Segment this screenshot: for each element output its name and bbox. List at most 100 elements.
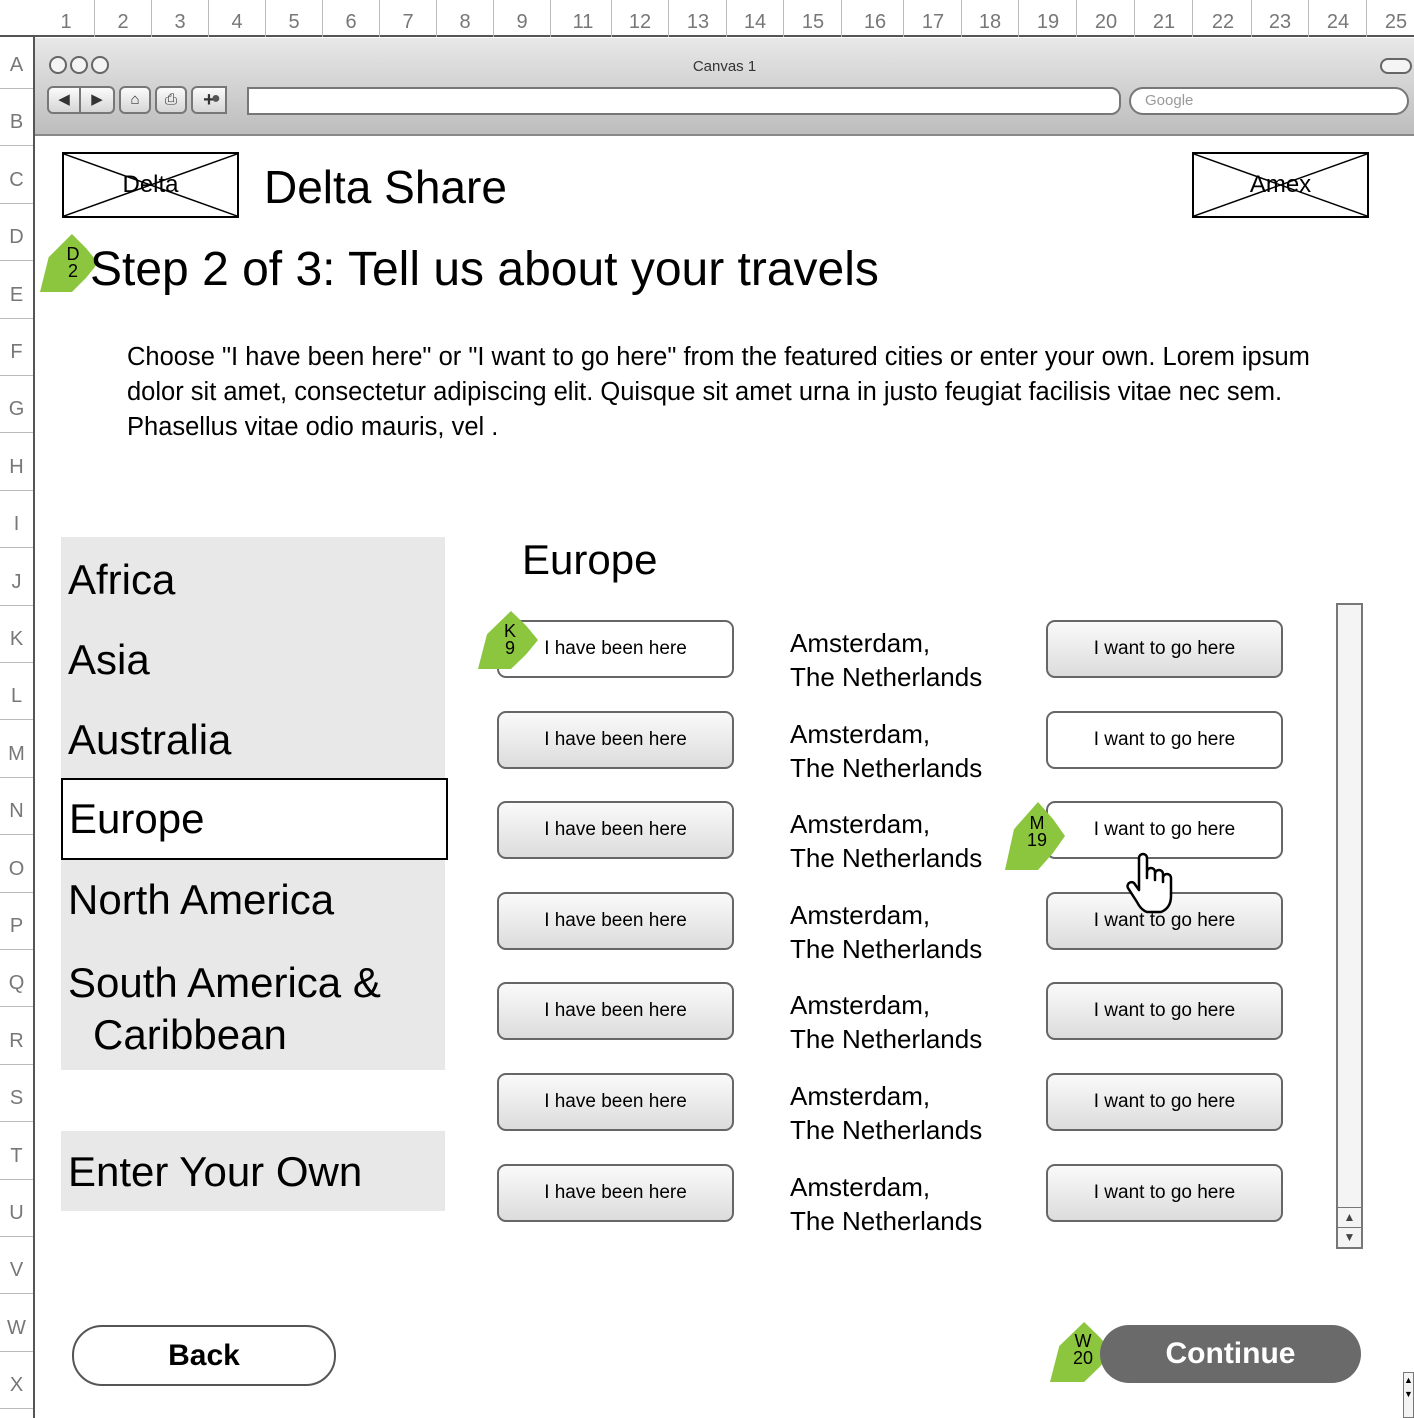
wireframe-canvas: 1 2 3 4 5 6 7 8 9 11 12 13 14 15 16 17 18 19 20 21 22 23 24 25 … — [0, 0, 1414, 1418]
forward-arrow-icon: ▶ — [91, 91, 103, 108]
row-ruler-label: J — [0, 549, 33, 606]
marker-number: 2 — [67, 261, 78, 281]
row-ruler-label: Q — [0, 950, 33, 1008]
country-label: The Netherlands — [790, 843, 983, 873]
print-icon: ⎙ — [164, 91, 177, 108]
row-ruler-label: O — [0, 836, 33, 893]
column-ruler-label: 23 — [1252, 0, 1309, 37]
region-north-america[interactable]: North America — [61, 877, 447, 923]
intro-paragraph: Choose "I have been here" or "I want to … — [127, 343, 1310, 441]
column-ruler-label: 9 — [494, 0, 551, 37]
marker-number: 9 — [504, 638, 515, 658]
country-label: The Netherlands — [790, 1115, 983, 1145]
marker-number: 19 — [1026, 830, 1048, 850]
back-button[interactable]: Back — [72, 1325, 336, 1386]
been-here-button[interactable]: I have been here — [497, 801, 734, 859]
city-label: Amsterdam, — [790, 990, 931, 1020]
want-to-go-button[interactable]: I want to go here — [1046, 620, 1283, 678]
row-ruler-label: X — [0, 1352, 33, 1410]
column-ruler-label: 22 — [1195, 0, 1252, 37]
want-to-go-button[interactable]: I want to go here — [1046, 1164, 1283, 1222]
delta-logo-placeholder: Delta — [62, 152, 239, 218]
city-label: Amsterdam, — [790, 900, 931, 930]
region-label: North America — [68, 876, 335, 923]
row-ruler-label: B — [0, 89, 33, 147]
row-ruler-label: T — [0, 1123, 33, 1180]
column-ruler-label: 18 — [962, 0, 1019, 37]
city-label: Amsterdam, — [790, 719, 931, 749]
city-list-scrollbar[interactable]: ▲ ▼ — [1336, 603, 1363, 1249]
scroll-up-icon[interactable]: ▲ — [1338, 1208, 1361, 1227]
been-here-button[interactable]: I have been here — [497, 711, 734, 769]
column-ruler-label: 4 — [209, 0, 266, 37]
amex-logo-label: Amex — [1249, 171, 1312, 198]
want-to-go-button[interactable]: I want to go here — [1046, 982, 1283, 1040]
window-title: Canvas 1 — [692, 58, 757, 75]
column-ruler-label: 5 — [266, 0, 323, 37]
section-title: Europe — [522, 536, 658, 583]
region-africa[interactable]: Africa — [61, 557, 447, 603]
country-label: The Netherlands — [790, 934, 983, 964]
browser-toolbar: Canvas 1 ◀ ▶ ⌂ ⎙ + ● Google — [35, 38, 1414, 136]
row-ruler-label: I — [0, 491, 33, 549]
region-label-line2: Caribbean — [93, 1011, 287, 1058]
row-ruler-label: L — [0, 663, 33, 721]
print-button[interactable]: ⎙ — [155, 86, 187, 114]
row-ruler-label: G — [0, 376, 33, 434]
been-here-button[interactable]: I have been here — [497, 982, 734, 1040]
country-label: The Netherlands — [790, 1206, 983, 1236]
column-ruler-label: 13 — [670, 0, 727, 37]
column-ruler-label: 12 — [612, 0, 669, 37]
want-to-go-button[interactable]: I want to go here — [1046, 801, 1283, 859]
been-here-button[interactable]: I have been here — [497, 1164, 734, 1222]
been-here-button[interactable]: I have been here — [497, 892, 734, 950]
toolbar-toggle-button[interactable] — [1380, 58, 1412, 74]
column-ruler-label: 8 — [437, 0, 494, 37]
site-title: Delta Share — [264, 161, 507, 213]
search-field[interactable]: Google — [1129, 87, 1409, 115]
enter-your-own-button[interactable]: Enter Your Own — [61, 1131, 445, 1211]
row-ruler-label: F — [0, 319, 33, 376]
add-bookmark-button[interactable]: + — [191, 86, 227, 114]
column-ruler-label: 3 — [152, 0, 209, 37]
page-scroll-arrows[interactable]: ▲ ▼ — [1403, 1372, 1414, 1418]
column-ruler-label: 6 — [323, 0, 380, 37]
region-label: Africa — [68, 556, 176, 603]
home-button[interactable]: ⌂ — [119, 86, 151, 114]
city-name: Amsterdam, The Netherlands — [790, 988, 982, 1056]
column-ruler-label: 15 — [785, 0, 842, 37]
been-here-button[interactable]: I have been here — [497, 1073, 734, 1131]
back-nav-button[interactable]: ◀ — [47, 86, 81, 114]
scroll-down-icon[interactable]: ▼ — [1338, 1227, 1361, 1247]
scroll-arrows: ▲ ▼ — [1338, 1207, 1361, 1247]
want-to-go-button[interactable]: I want to go here — [1046, 1073, 1283, 1131]
been-here-button[interactable]: I have been here — [497, 620, 734, 678]
want-to-go-button[interactable]: I want to go here — [1046, 711, 1283, 769]
continue-button[interactable]: Continue — [1100, 1325, 1361, 1383]
hand-cursor-icon — [1126, 852, 1173, 914]
region-europe[interactable]: Europe — [61, 778, 448, 860]
nav-buttons: ◀ ▶ ⌂ ⎙ + — [47, 86, 227, 114]
city-label: Amsterdam, — [790, 809, 931, 839]
city-label: Amsterdam, — [790, 1172, 931, 1202]
row-ruler: ABCDEFGHIJKLMNOPQRSTUVWX — [0, 37, 35, 1418]
country-label: The Netherlands — [790, 753, 983, 783]
country-label: The Netherlands — [790, 1024, 983, 1054]
column-ruler-label: 17 — [905, 0, 962, 37]
address-bar[interactable]: ● — [211, 87, 1121, 115]
column-ruler-label: 25 — [1368, 0, 1414, 37]
column-ruler-label: 21 — [1136, 0, 1193, 37]
city-name: Amsterdam, The Netherlands — [790, 1170, 982, 1238]
country-label: The Netherlands — [790, 662, 983, 692]
region-australia[interactable]: Australia — [61, 717, 447, 763]
row-ruler-label: V — [0, 1237, 33, 1295]
city-name: Amsterdam, The Netherlands — [790, 1079, 982, 1147]
row-ruler-label: K — [0, 606, 33, 663]
enter-own-label: Enter Your Own — [68, 1148, 363, 1195]
forward-nav-button[interactable]: ▶ — [81, 86, 115, 114]
region-south-america[interactable]: South America & Caribbean — [61, 957, 447, 1061]
region-asia[interactable]: Asia — [61, 637, 447, 683]
back-button-label: Back — [168, 1339, 240, 1372]
column-ruler: 1 2 3 4 5 6 7 8 9 11 12 13 14 15 16 17 18 19 20 21 22 23 24 25 — [0, 0, 1414, 37]
column-ruler-label: 24 — [1310, 0, 1367, 37]
